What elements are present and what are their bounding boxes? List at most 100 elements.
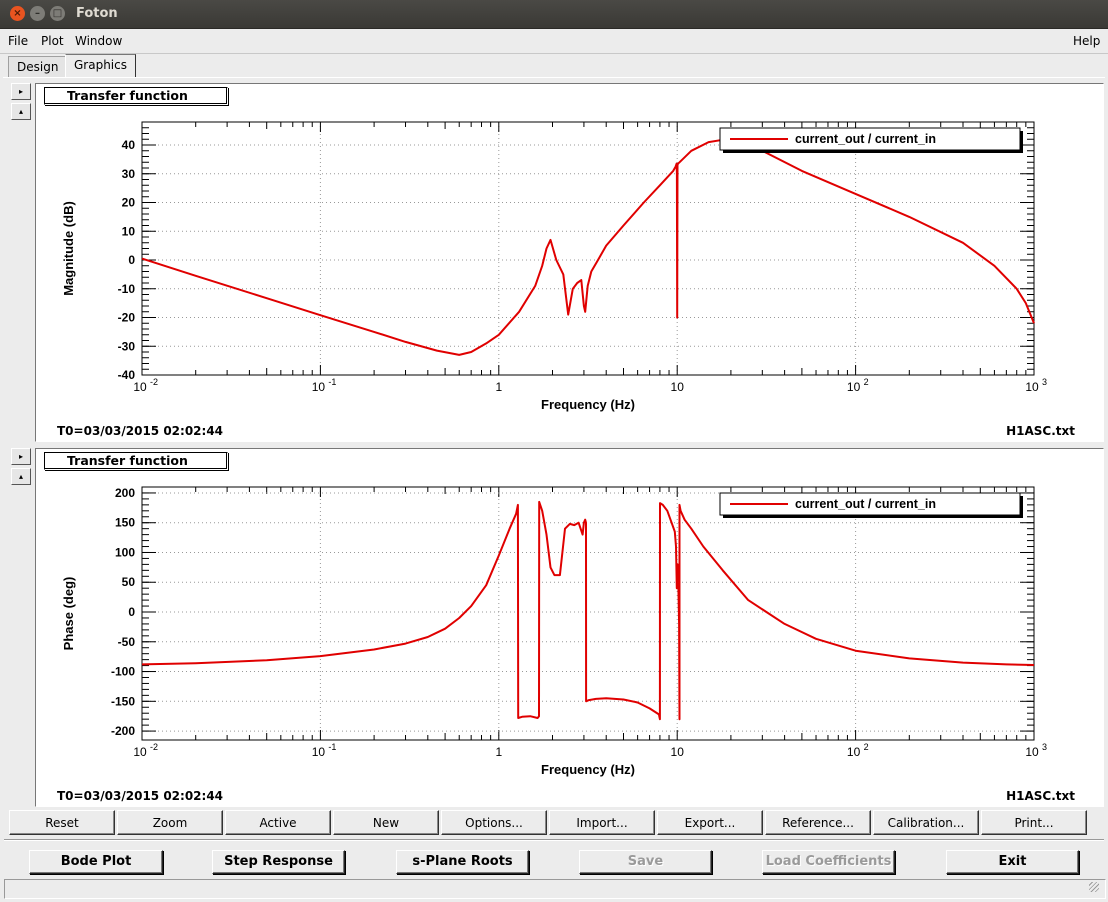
x-tick-exponent: -2 [150, 742, 158, 752]
y-tick-label: 200 [115, 486, 135, 500]
print-button[interactable]: Print... [981, 810, 1087, 835]
triangle-up-icon: ▴ [18, 107, 23, 116]
y-tick-label: -100 [111, 665, 135, 679]
bode-plot-button[interactable]: Bode Plot [29, 850, 163, 874]
s-plane-roots-button[interactable]: s-Plane Roots [396, 850, 529, 874]
reference-button[interactable]: Reference... [765, 810, 871, 835]
menubar: File Plot Window Help [0, 29, 1108, 54]
magnitude-plot[interactable]: 10 -2 10 -1 1 10 10 2 10 3-40-30-20-10010203040Fr… [36, 84, 1103, 441]
series-line [141, 138, 1035, 356]
new-button[interactable]: New [333, 810, 439, 835]
panel-title: Transfer function [44, 452, 228, 470]
expand-panel-button[interactable]: ▸ [11, 448, 31, 465]
close-icon: × [13, 8, 22, 19]
window-titlebar[interactable]: × – □ Foton [0, 0, 1108, 29]
x-tick-label: 10 [847, 745, 861, 759]
options-button[interactable]: Options... [441, 810, 547, 835]
y-tick-label: 40 [122, 138, 136, 152]
load-coefficients-button[interactable]: Load Coefficients [762, 850, 895, 874]
import-button[interactable]: Import... [549, 810, 655, 835]
export-button[interactable]: Export... [657, 810, 763, 835]
menu-file[interactable]: File [8, 34, 28, 48]
y-tick-label: 20 [122, 196, 136, 210]
y-axis-label: Phase (deg) [61, 577, 76, 651]
calibration-button[interactable]: Calibration... [873, 810, 979, 835]
x-tick-label: 1 [495, 745, 502, 759]
filename-label: H1ASC.txt [1006, 424, 1075, 438]
x-tick-label: 10 [133, 745, 147, 759]
separator [4, 839, 1104, 841]
minimize-icon: – [35, 8, 40, 19]
series-line [141, 500, 1035, 721]
t0-timestamp: T0=03/03/2015 02:02:44 [57, 789, 224, 803]
x-axis-label: Frequency (Hz) [541, 397, 635, 412]
y-tick-label: -30 [118, 339, 136, 353]
y-tick-label: -10 [118, 282, 136, 296]
triangle-right-icon: ▸ [18, 452, 23, 461]
x-tick-label: 10 [1025, 380, 1039, 394]
x-tick-exponent: -2 [150, 377, 158, 387]
y-tick-label: 0 [128, 605, 135, 619]
x-tick-exponent: 3 [1042, 742, 1047, 752]
y-tick-label: -150 [111, 694, 135, 708]
filename-label: H1ASC.txt [1006, 789, 1075, 803]
y-tick-label: 50 [122, 575, 136, 589]
x-tick-label: 10 [312, 745, 326, 759]
window-title: Foton [76, 6, 118, 21]
x-tick-exponent: -1 [328, 742, 336, 752]
magnitude-plot-panel[interactable]: 10 -2 10 -1 1 10 10 2 10 3 -40 -30 -20 -10 0 10 20 30 40 Fr… [35, 83, 1104, 442]
legend-label: current_out / current_in [795, 497, 936, 511]
resize-grip-icon[interactable] [1089, 882, 1099, 892]
phase-plot[interactable]: 10 -2 10 -1 1 10 10 2 10 3-200-150-100-5005010015… [36, 449, 1103, 806]
x-tick-label: 10 [133, 380, 147, 394]
y-tick-label: -200 [111, 724, 135, 738]
x-axis-label: Frequency (Hz) [541, 762, 635, 777]
t0-timestamp: T0=03/03/2015 02:02:44 [57, 424, 224, 438]
close-window-button[interactable]: × [10, 6, 25, 21]
exit-button[interactable]: Exit [946, 850, 1079, 874]
panel-title: Transfer function [44, 87, 228, 105]
tab-design[interactable]: Design [8, 56, 68, 77]
menu-plot[interactable]: Plot [41, 34, 64, 48]
y-axis-label: Magnitude (dB) [61, 201, 76, 296]
plot-frame [141, 486, 1035, 741]
triangle-right-icon: ▸ [18, 87, 23, 96]
y-tick-label: -40 [118, 368, 136, 382]
x-tick-exponent: 2 [864, 742, 869, 752]
y-tick-label: 10 [122, 224, 136, 238]
triangle-up-icon: ▴ [18, 472, 23, 481]
y-tick-label: 0 [128, 253, 135, 267]
step-response-button[interactable]: Step Response [212, 850, 345, 874]
maximize-window-button[interactable]: □ [50, 6, 65, 21]
y-tick-label: -20 [118, 311, 136, 325]
plot-frame [141, 121, 1035, 376]
collapse-panel-button[interactable]: ▴ [11, 103, 31, 120]
tab-graphics[interactable]: Graphics [65, 54, 136, 78]
maximize-icon: □ [52, 8, 63, 19]
reset-button[interactable]: Reset [9, 810, 115, 835]
x-tick-label: 10 [312, 380, 326, 394]
menu-window[interactable]: Window [75, 34, 122, 48]
phase-plot-panel[interactable]: 10 -2 10 -1 1 10 10 2 10 3 -200 -150 -100 -50 0 50 100 15… [35, 448, 1104, 807]
save-button[interactable]: Save [579, 850, 712, 874]
x-tick-exponent: 3 [1042, 377, 1047, 387]
menu-help[interactable]: Help [1073, 34, 1100, 48]
tab-bar: Design Graphics [0, 54, 1108, 78]
expand-panel-button[interactable]: ▸ [11, 83, 31, 100]
y-tick-label: -50 [118, 635, 136, 649]
x-tick-label: 10 [671, 380, 685, 394]
x-tick-label: 10 [1025, 745, 1039, 759]
legend-label: current_out / current_in [795, 132, 936, 146]
collapse-panel-button[interactable]: ▴ [11, 468, 31, 485]
y-tick-label: 30 [122, 167, 136, 181]
zoom-button[interactable]: Zoom [117, 810, 223, 835]
x-tick-exponent: -1 [328, 377, 336, 387]
y-tick-label: 100 [115, 545, 135, 559]
x-tick-exponent: 2 [864, 377, 869, 387]
status-bar [4, 879, 1106, 899]
minimize-window-button[interactable]: – [30, 6, 45, 21]
plot-toolbar: Reset Zoom Active New Options... Import.… [9, 810, 1091, 835]
x-tick-label: 10 [671, 745, 685, 759]
active-button[interactable]: Active [225, 810, 331, 835]
x-tick-label: 1 [495, 380, 502, 394]
